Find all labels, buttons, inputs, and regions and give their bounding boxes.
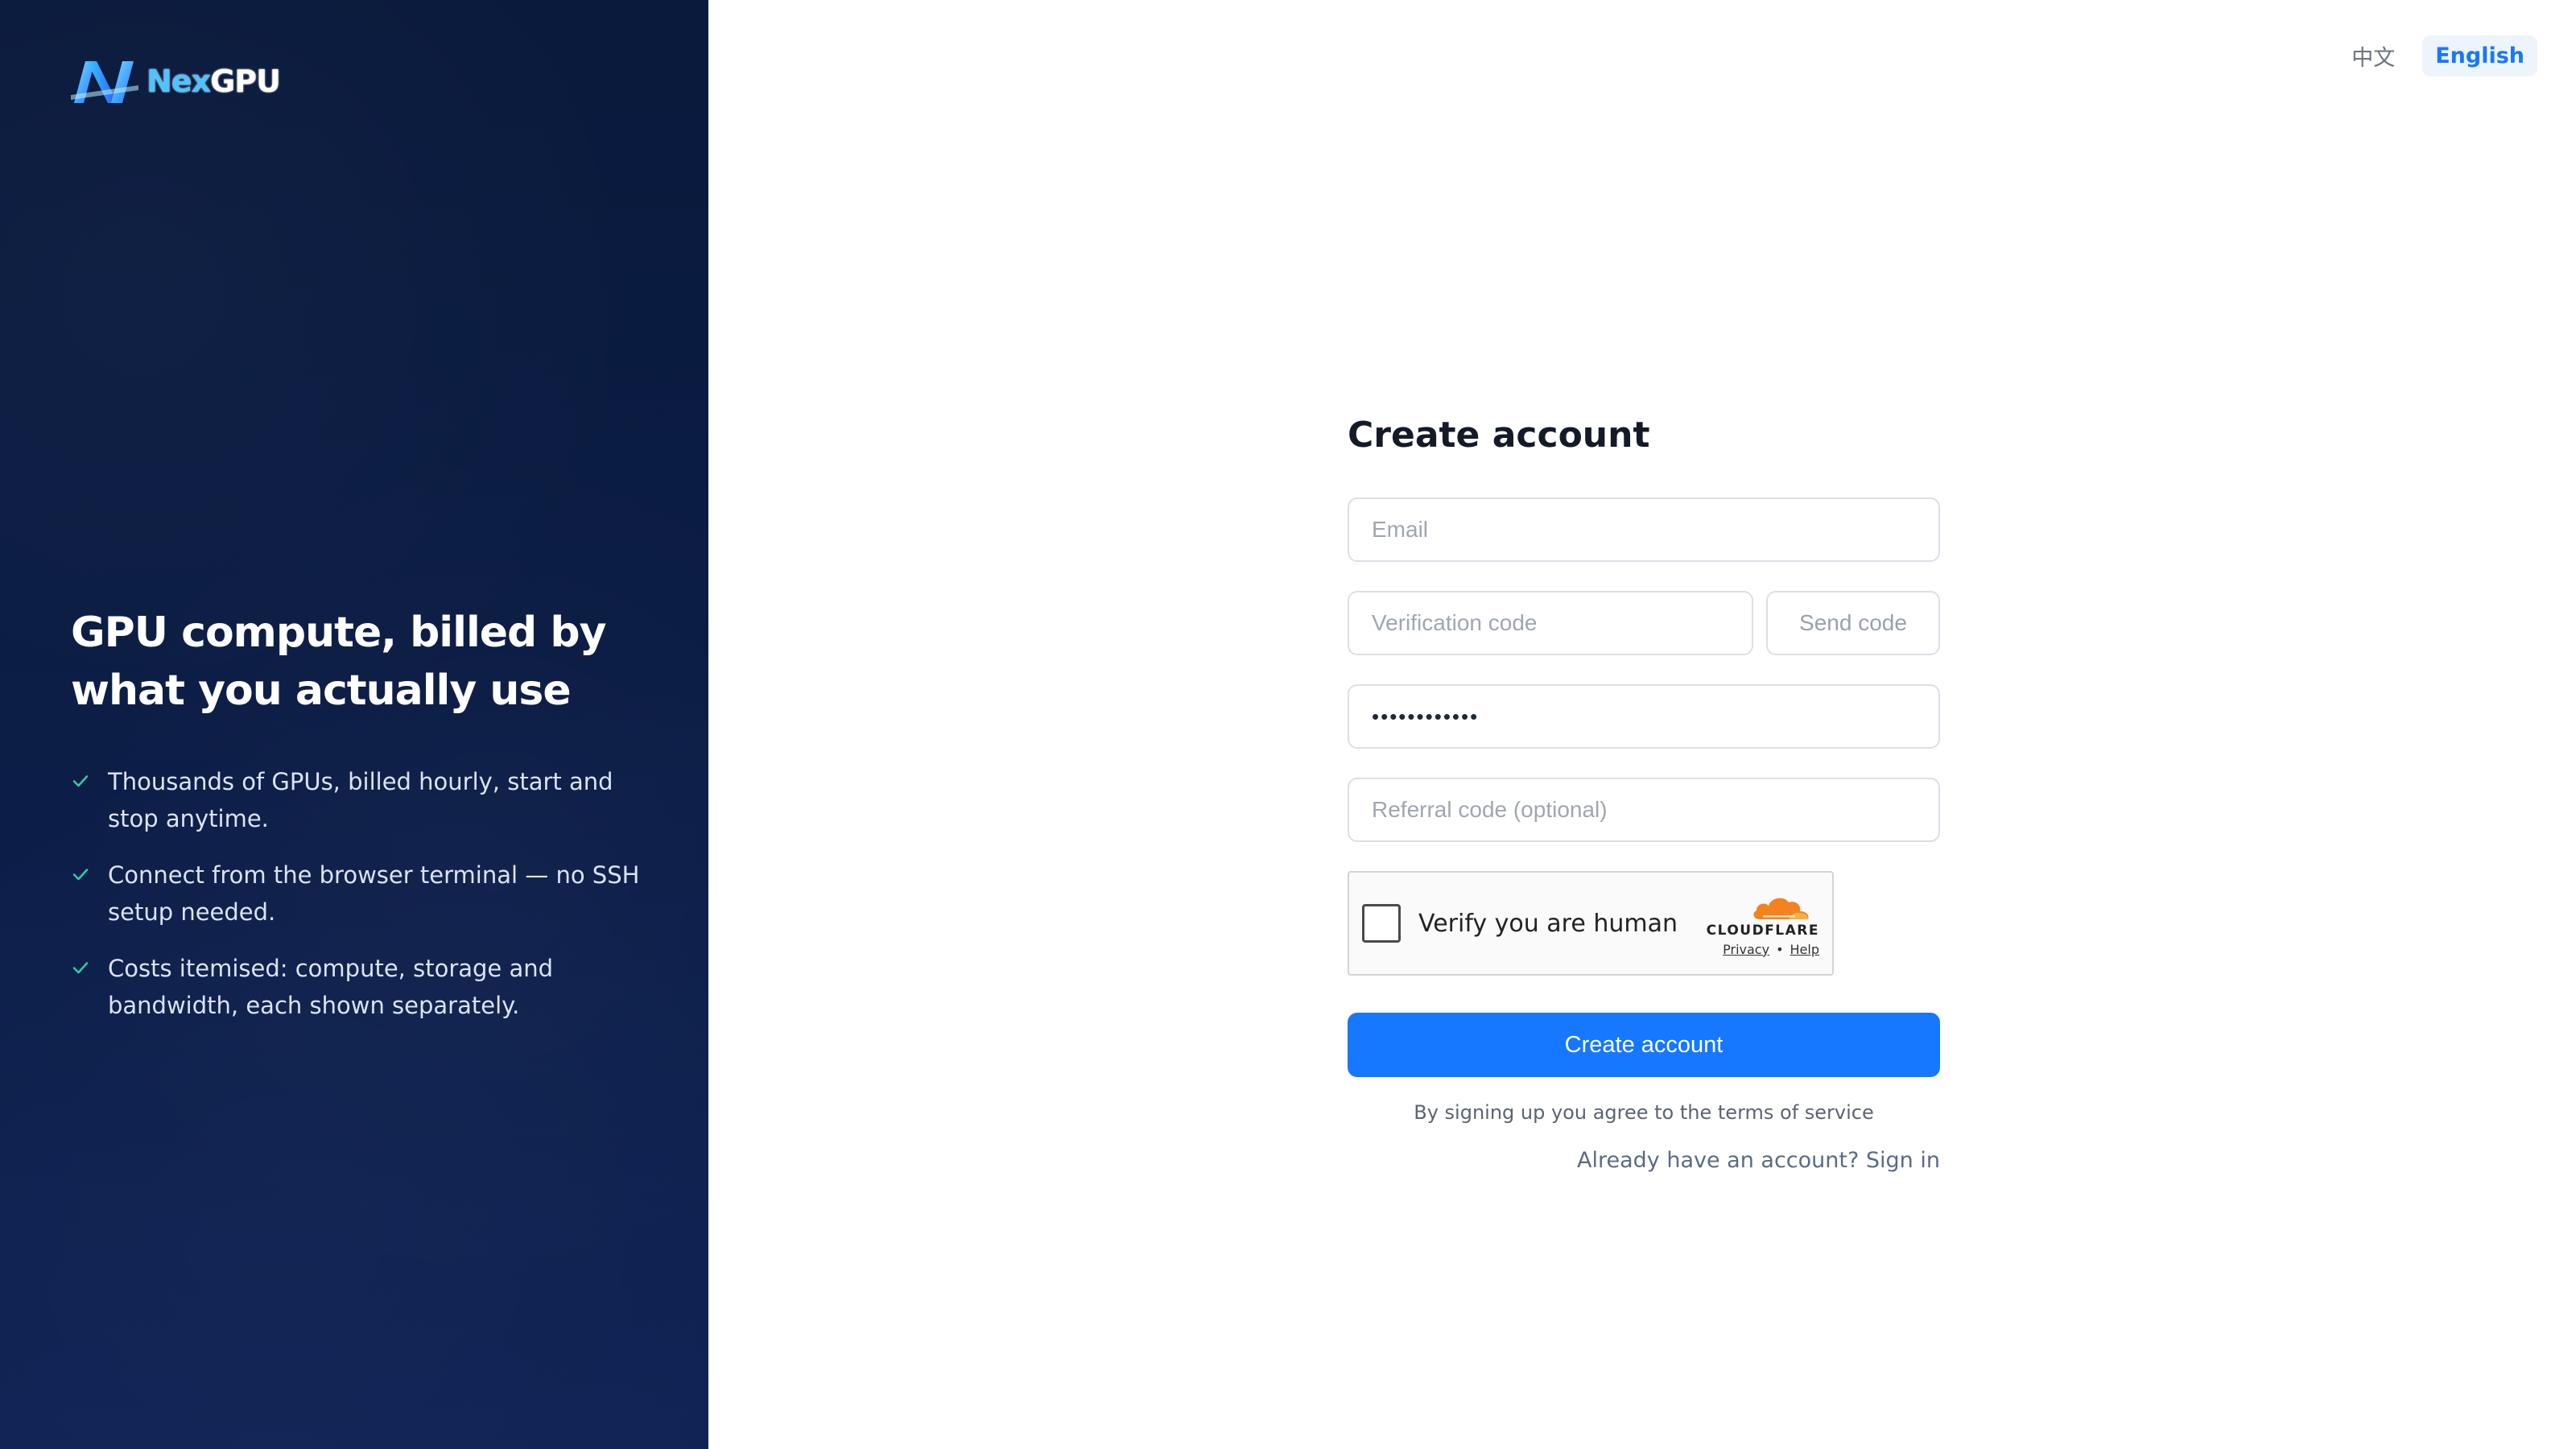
captcha-link-separator: •	[1776, 941, 1784, 957]
brand-logo[interactable]: NexGPU	[71, 56, 281, 106]
captcha-privacy-link[interactable]: Privacy	[1723, 942, 1769, 957]
signup-page: NexGPU GPU compute, billed by what you a…	[0, 0, 2576, 1449]
check-icon	[72, 869, 89, 881]
language-option-english[interactable]: English	[2422, 35, 2537, 76]
cloudflare-cloud-icon	[1753, 898, 1809, 919]
password-input[interactable]	[1348, 684, 1940, 749]
language-switcher: 中文 English	[2339, 32, 2537, 80]
feature-item: Thousands of GPUs, billed hourly, start …	[71, 763, 650, 837]
captcha-provider-name: CLOUDFLARE	[1706, 922, 1819, 939]
referral-code-input[interactable]	[1348, 778, 1940, 842]
hero-title: GPU compute, billed by what you actually…	[71, 609, 607, 715]
signin-row: Already have an account? Sign in	[1348, 1148, 1940, 1173]
captcha-checkbox[interactable]	[1362, 904, 1401, 943]
language-option-chinese[interactable]: 中文	[2339, 32, 2408, 80]
create-account-button[interactable]: Create account	[1348, 1013, 1940, 1077]
captcha-provider: CLOUDFLARE Privacy • Help	[1690, 890, 1819, 957]
brand-panel: NexGPU GPU compute, billed by what you a…	[0, 0, 708, 1449]
terms-notice: By signing up you agree to the terms of …	[1414, 1101, 1874, 1124]
signin-link[interactable]: Sign in	[1866, 1148, 1940, 1173]
feature-list: Thousands of GPUs, billed hourly, start …	[71, 763, 650, 1024]
verification-row: Send code	[1348, 591, 1940, 655]
captcha-links: Privacy • Help	[1723, 942, 1819, 957]
brand-name: NexGPU	[147, 64, 281, 99]
send-code-button[interactable]: Send code	[1766, 591, 1940, 655]
captcha-help-link[interactable]: Help	[1790, 942, 1819, 957]
hero-section: GPU compute, billed by what you actually…	[71, 604, 650, 1043]
verification-code-input[interactable]	[1348, 591, 1753, 655]
check-icon	[72, 962, 89, 974]
feature-item: Connect from the browser terminal — no S…	[71, 857, 650, 931]
check-icon	[72, 775, 89, 787]
form-title: Create account	[1348, 415, 1650, 456]
signin-prompt: Already have an account?	[1577, 1148, 1866, 1173]
form-panel: 中文 English Create account Send code Veri…	[708, 0, 2576, 1449]
feature-text: Connect from the browser terminal — no S…	[108, 861, 640, 926]
email-input[interactable]	[1348, 497, 1940, 562]
nexgpu-logo-icon	[71, 61, 138, 103]
feature-item: Costs itemised: compute, storage and ban…	[71, 950, 650, 1024]
feature-text: Costs itemised: compute, storage and ban…	[108, 955, 554, 1019]
captcha-label: Verify you are human	[1418, 909, 1678, 938]
signup-form: Create account Send code Verify you are …	[1348, 415, 1940, 1173]
captcha-widget: Verify you are human CLOUDFLARE Privacy …	[1348, 871, 1834, 976]
feature-text: Thousands of GPUs, billed hourly, start …	[108, 768, 613, 832]
